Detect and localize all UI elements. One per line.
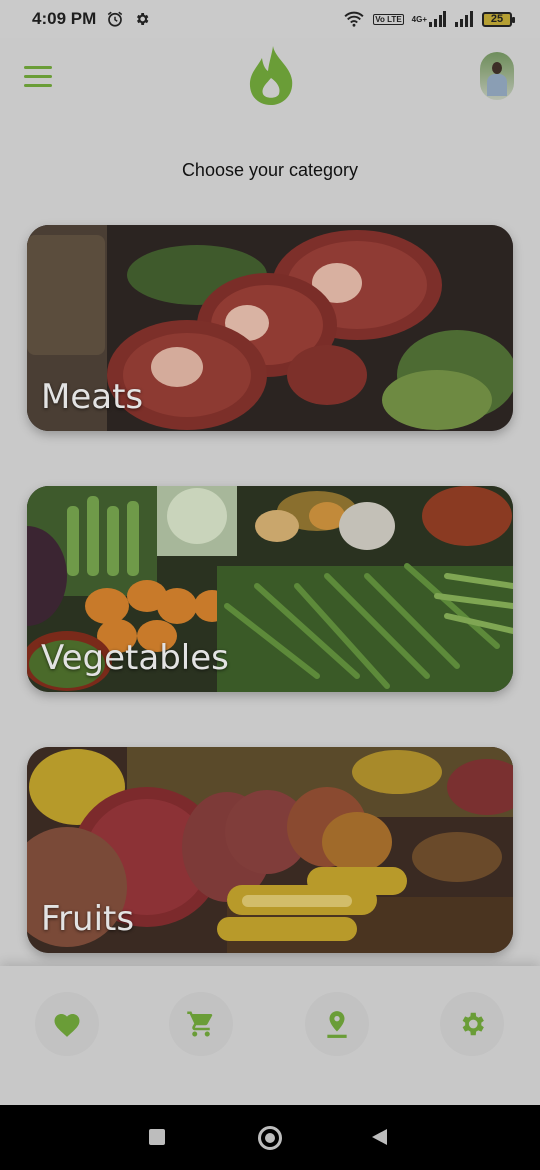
settings-status-icon <box>134 11 150 27</box>
recents-button[interactable] <box>149 1129 165 1145</box>
category-card-vegetables[interactable]: Vegetables <box>27 486 513 692</box>
category-card-meats[interactable]: Meats <box>27 225 513 431</box>
home-button[interactable] <box>258 1126 282 1150</box>
volte-badge: Vo LTE <box>373 13 404 25</box>
heart-icon[interactable] <box>35 992 99 1056</box>
status-bar: 4:09 PM Vo LTE 4G+ 25 <box>0 0 540 38</box>
cart-icon[interactable] <box>169 992 233 1056</box>
alarm-icon <box>106 10 124 28</box>
wifi-icon <box>343 11 365 27</box>
category-label-fruits: Fruits <box>41 899 135 939</box>
location-icon[interactable] <box>305 992 369 1056</box>
back-button[interactable] <box>372 1129 387 1145</box>
gear-icon[interactable] <box>440 992 504 1056</box>
category-label-meats: Meats <box>41 377 144 417</box>
flame-logo-icon <box>249 46 293 105</box>
bottom-nav <box>0 966 540 1106</box>
signal-4g-icon: 4G+ <box>412 11 446 27</box>
hamburger-menu-icon[interactable] <box>24 66 52 88</box>
battery-indicator: 25 <box>482 11 515 27</box>
signal-icon <box>454 11 474 27</box>
network-type: 4G+ <box>411 14 427 24</box>
system-nav-bar <box>0 1105 540 1170</box>
status-time: 4:09 PM <box>32 9 97 28</box>
app-header <box>0 38 540 118</box>
page-title: Choose your category <box>181 160 359 180</box>
category-card-fruits[interactable]: Fruits <box>27 747 513 953</box>
category-label-vegetables: Vegetables <box>41 638 229 678</box>
user-avatar[interactable] <box>480 52 514 100</box>
